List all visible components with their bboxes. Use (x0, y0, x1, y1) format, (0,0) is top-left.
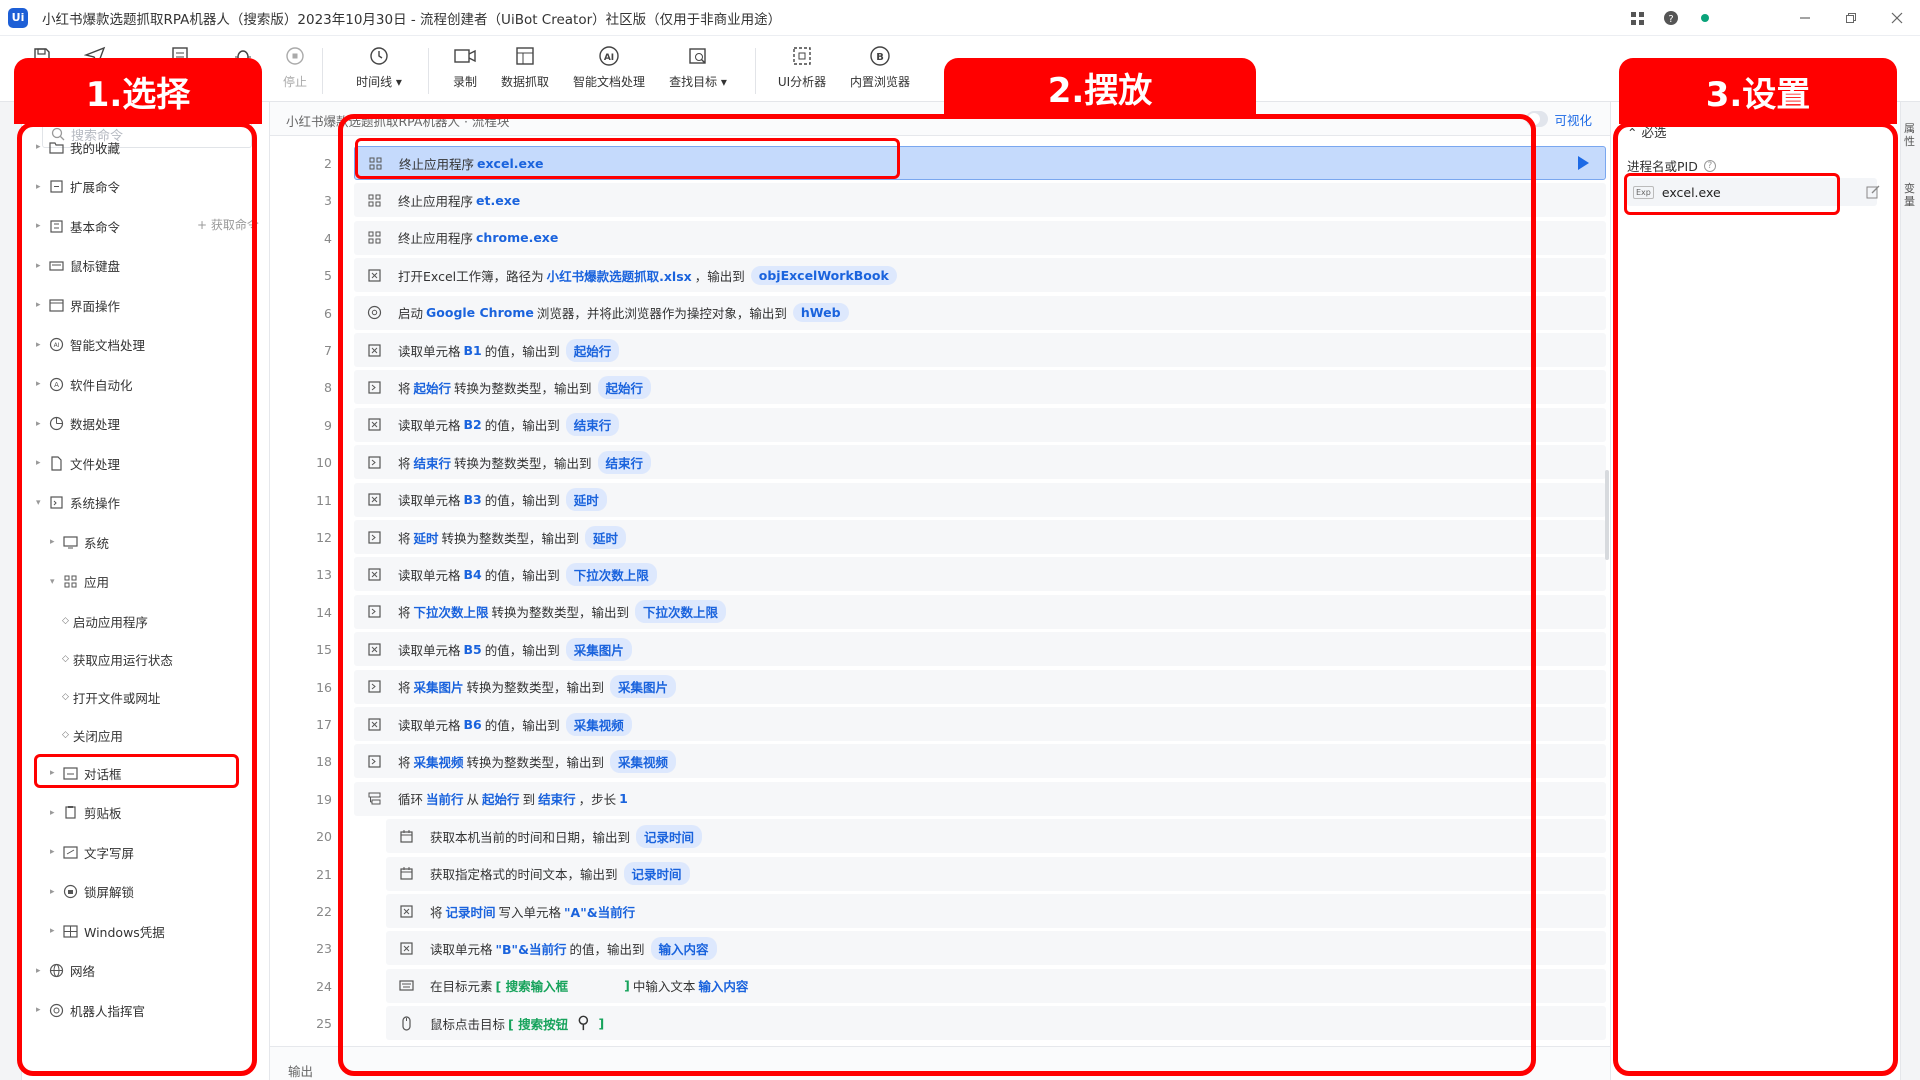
annotation-label-place: 2.摆放 (944, 58, 1256, 116)
line-number: 2 (324, 156, 332, 171)
toolbar-separator (322, 48, 323, 94)
annotation-highlight-close-app (34, 754, 239, 788)
line-number: 9 (324, 417, 332, 433)
svg-text:?: ? (1668, 14, 1673, 25)
editor-scrollbar[interactable] (1605, 470, 1609, 560)
close-icon[interactable] (1874, 0, 1920, 36)
line-number: 21 (316, 866, 332, 882)
minimize-icon[interactable] (1782, 0, 1828, 36)
title-bar-controls: ? (1620, 0, 1920, 36)
line-number: 4 (324, 230, 332, 246)
timeline-button[interactable]: 时间线 ▾ (339, 44, 419, 90)
title-bar: Ui 小红书爆款选题抓取RPA机器人（搜索版）2023年10月30日 - 流程创… (0, 0, 1920, 36)
line-number: 23 (316, 941, 332, 957)
line-number: 19 (316, 791, 332, 807)
line-number: 8 (324, 380, 332, 396)
line-number: 16 (316, 679, 332, 695)
apps-icon[interactable] (1620, 0, 1654, 36)
annotation-highlight-field (1624, 173, 1840, 215)
annotation-highlight-row (355, 138, 900, 179)
builtin-browser-button[interactable]: B 内置浏览器 (840, 44, 920, 90)
status-dot-icon (1688, 0, 1722, 36)
browser-icon: B (868, 44, 892, 68)
line-number: 24 (316, 978, 332, 994)
clock-icon (367, 44, 391, 68)
line-number: 10 (316, 455, 332, 471)
annotation-label-settings: 3.设置 (1619, 58, 1897, 124)
window-title: 小红书爆款选题抓取RPA机器人（搜索版）2023年10月30日 - 流程创建者（… (42, 11, 782, 28)
line-number: 6 (324, 305, 332, 321)
ui-analyzer-icon (790, 44, 814, 68)
visual-toggle-label: 可视化 (1554, 112, 1592, 128)
line-number: 17 (316, 717, 332, 732)
data-scrape-icon (513, 44, 537, 68)
line-number: 15 (316, 642, 332, 658)
record-icon (453, 44, 477, 68)
line-number: 22 (316, 904, 332, 919)
annotation-box-place (338, 114, 1536, 1076)
data-scrape-button[interactable]: 数据抓取 (485, 44, 565, 90)
stop-icon (283, 44, 307, 68)
side-tab-variables[interactable]: 变量 (1904, 182, 1918, 208)
find-target-button[interactable]: 查找目标 ▾ (658, 44, 738, 90)
line-number: 13 (316, 567, 332, 583)
find-target-icon (686, 44, 710, 68)
svg-text:B: B (876, 52, 884, 63)
line-number: 14 (316, 604, 332, 620)
app-logo-icon: Ui (8, 7, 28, 28)
help-icon[interactable]: ? (1654, 0, 1688, 36)
toolbar-separator (755, 48, 756, 94)
uibot-creator-window: Ui 小红书爆款选题抓取RPA机器人（搜索版）2023年10月30日 - 流程创… (0, 0, 1920, 1080)
line-number: 5 (324, 268, 332, 284)
ai-doc-icon: AI (597, 44, 621, 68)
line-number: 11 (316, 492, 332, 508)
side-tab-properties[interactable]: 属性 (1904, 122, 1918, 148)
line-number: 12 (316, 530, 332, 545)
line-number: 3 (324, 193, 332, 209)
right-side-strip: 属性 变量 (1900, 102, 1920, 1080)
ai-doc-button[interactable]: AI 智能文档处理 (569, 44, 649, 90)
line-number: 7 (324, 343, 332, 358)
annotation-box-settings (1613, 122, 1898, 1076)
visual-toggle[interactable]: 可视化 (1526, 108, 1592, 130)
run-row-icon[interactable] (1578, 156, 1589, 170)
annotation-label-select: 1.选择 (14, 58, 262, 124)
annotation-box-select (17, 122, 257, 1076)
ui-analyzer-button[interactable]: UI分析器 (762, 44, 842, 90)
line-number: 20 (316, 829, 332, 845)
restore-icon[interactable] (1828, 0, 1874, 36)
stop-button[interactable]: 停止 (255, 44, 335, 90)
line-number: 25 (316, 1016, 332, 1032)
line-number: 18 (316, 754, 332, 770)
svg-text:AI: AI (604, 53, 614, 63)
